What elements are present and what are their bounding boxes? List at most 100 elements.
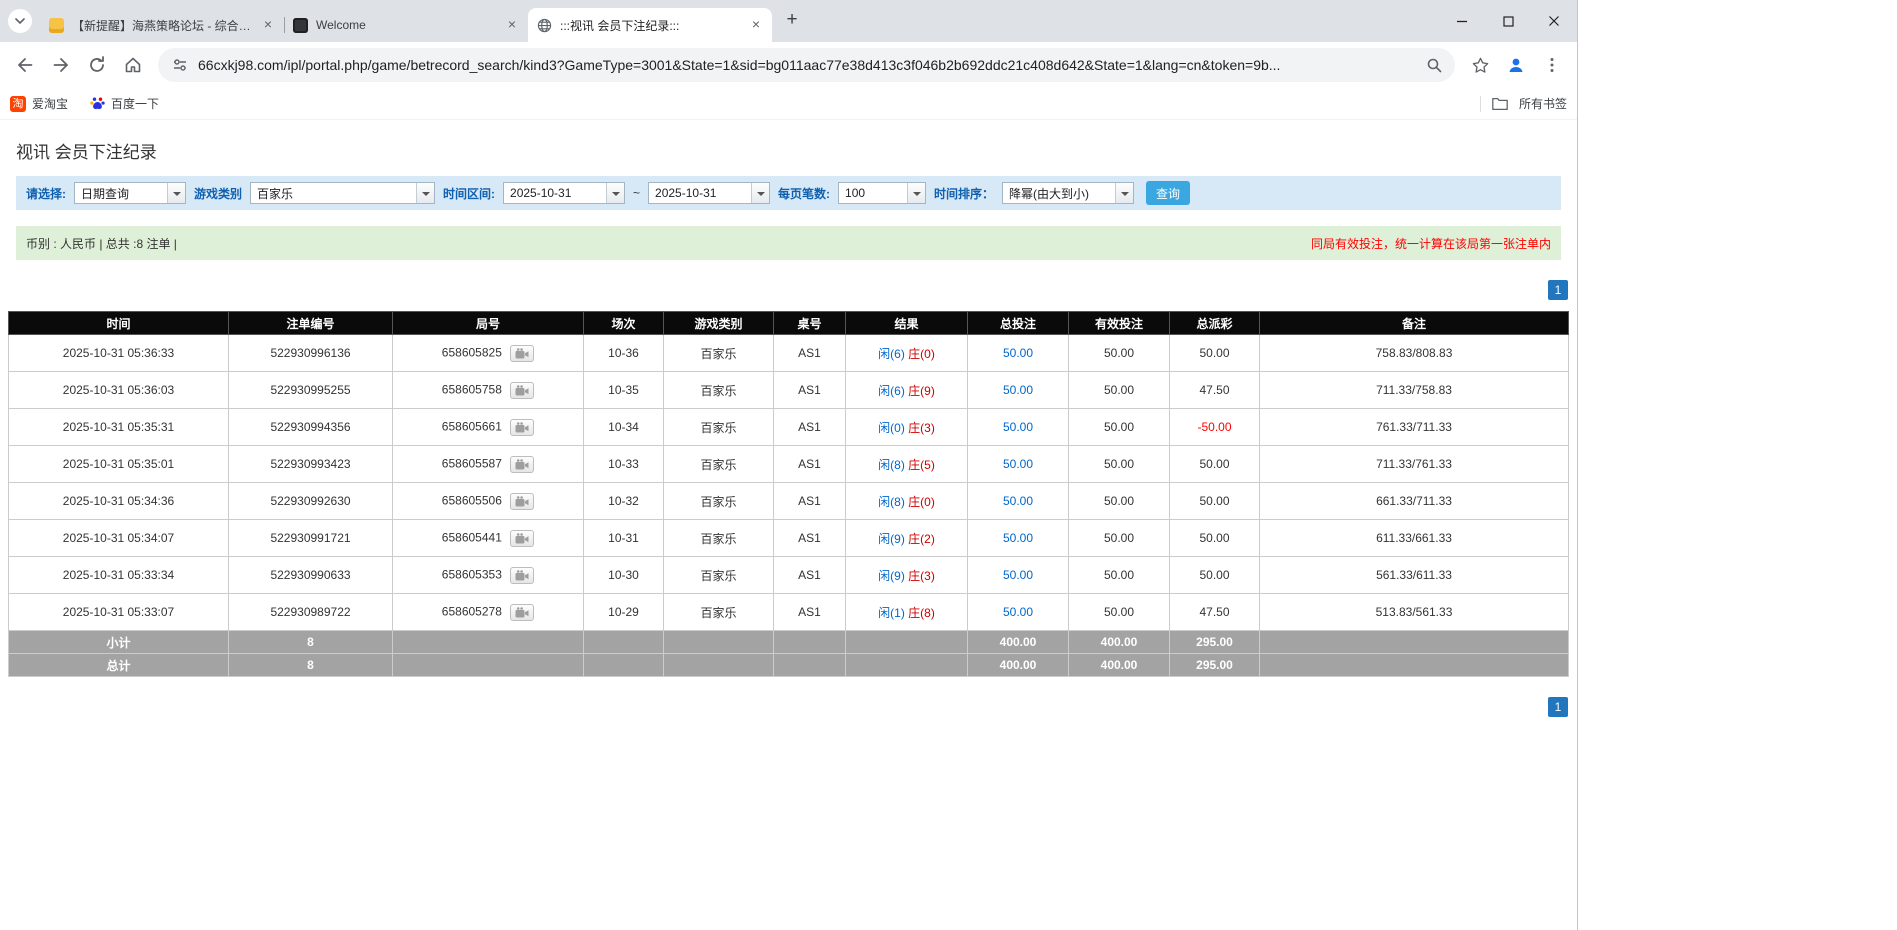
cell-table-number: AS1 (773, 482, 846, 520)
video-replay-icon[interactable] (510, 566, 535, 584)
cell-total-bet: 50.00 (967, 482, 1069, 520)
taobao-icon: 淘 (10, 95, 26, 112)
forward-button[interactable] (44, 48, 78, 82)
date-from-value: 2025-10-31 (510, 186, 572, 200)
video-replay-icon[interactable] (510, 455, 535, 473)
browser-tab-active[interactable]: :::视讯 会员下注纪录::: × (528, 8, 772, 42)
total-bet-link[interactable]: 50.00 (1003, 494, 1033, 508)
tab-search-button[interactable] (8, 9, 32, 33)
footer-cell (1259, 630, 1569, 654)
all-bookmarks-label: 所有书签 (1518, 97, 1567, 111)
tab-close-icon[interactable]: × (504, 17, 520, 33)
footer-cell (392, 630, 584, 654)
date-to-combobox[interactable]: 2025-10-31 (648, 182, 771, 204)
site-info-icon[interactable] (172, 57, 188, 73)
close-window-button[interactable] (1531, 0, 1577, 42)
cell-note: 561.33/611.33 (1259, 556, 1569, 594)
bookmarks-bar: 淘爱淘宝 百度一下 所有书签 (0, 88, 1577, 120)
menu-button[interactable] (1535, 48, 1569, 82)
tab-strip: 【新提醒】海燕策略论坛 - 综合… × Welcome ×:::视讯 会员下注纪录::… (0, 0, 1577, 42)
result-banker: 庄(3) (908, 420, 935, 435)
date-from-combobox[interactable]: 2025-10-31 (503, 182, 626, 204)
cell-total-bet: 50.00 (967, 445, 1069, 483)
minimize-button[interactable] (1439, 0, 1485, 42)
video-replay-icon[interactable] (510, 603, 535, 621)
maximize-button[interactable] (1485, 0, 1531, 42)
profile-icon (1509, 58, 1523, 72)
sort-order-label: 时间排序： (934, 186, 995, 201)
chevron-down-icon[interactable] (606, 183, 625, 203)
video-replay-icon[interactable] (510, 381, 535, 399)
page-content: 视讯 会员下注纪录 请选择: 日期查询 游戏类别 百家乐 时间区间: 2025-… (0, 138, 1577, 717)
all-bookmarks[interactable]: 所有书签 (1479, 95, 1567, 112)
page-size-combobox[interactable]: 100 (838, 182, 927, 204)
total-bet-link[interactable]: 50.00 (1003, 568, 1033, 582)
back-arrow-icon (18, 58, 33, 72)
tab-close-icon[interactable]: × (260, 17, 276, 33)
pagination-page-button[interactable]: 1 (1548, 280, 1568, 300)
profile-button[interactable] (1499, 48, 1533, 82)
cell-result: 闲(6) 庄(9) (845, 371, 968, 409)
chevron-down-icon[interactable] (167, 183, 185, 203)
total-bet-link[interactable]: 50.00 (1003, 605, 1033, 619)
pagination-page-button[interactable]: 1 (1548, 697, 1568, 717)
cell-result: 闲(8) 庄(5) (845, 445, 968, 483)
video-replay-icon[interactable] (510, 492, 535, 510)
back-button[interactable] (8, 48, 42, 82)
window-controls (1439, 0, 1577, 42)
column-header: 备注 (1259, 311, 1569, 335)
browser-toolbar: 66cxkj98.com/ipl/portal.php/game/betreco… (0, 42, 1577, 88)
chevron-down-icon[interactable] (751, 183, 770, 203)
sort-order-combobox[interactable]: 降幂(由大到小) (1002, 182, 1135, 204)
maximize-icon (1502, 15, 1514, 27)
url-text[interactable]: 66cxkj98.com/ipl/portal.php/game/betreco… (198, 57, 1416, 73)
chevron-down-icon[interactable] (907, 183, 926, 203)
address-bar[interactable]: 66cxkj98.com/ipl/portal.php/game/betreco… (158, 48, 1455, 82)
video-replay-icon[interactable] (510, 418, 535, 436)
baidu-paw-icon (90, 97, 105, 110)
result-banker: 庄(0) (908, 494, 935, 509)
total-bet-link[interactable]: 50.00 (1003, 420, 1033, 434)
browser-tab[interactable]: 【新提醒】海燕策略论坛 - 综合… × (40, 8, 284, 42)
chevron-down-icon[interactable] (416, 183, 435, 203)
cell-session: 10-34 (583, 408, 664, 446)
total-bet-link[interactable]: 50.00 (1003, 383, 1033, 397)
cell-session: 10-35 (583, 371, 664, 409)
cell-session: 10-33 (583, 445, 664, 483)
cell-note: 761.33/711.33 (1259, 408, 1569, 446)
cell-table-number: AS1 (773, 445, 846, 483)
video-replay-icon[interactable] (510, 529, 535, 547)
zoom-indicator-icon[interactable] (1426, 57, 1443, 74)
home-button[interactable] (116, 48, 150, 82)
total-bet-link[interactable]: 50.00 (1003, 346, 1033, 360)
date-to-value: 2025-10-31 (655, 186, 717, 200)
video-replay-icon[interactable] (510, 344, 535, 362)
bookmark-item[interactable]: 淘爱淘宝 (10, 95, 68, 112)
total-bet-link[interactable]: 50.00 (1003, 531, 1033, 545)
tab-close-icon[interactable]: × (748, 17, 764, 33)
cell-bet-number: 522930989722 (228, 593, 393, 631)
cell-table-number: AS1 (773, 408, 846, 446)
column-header: 注单编号 (228, 311, 393, 335)
new-tab-button[interactable]: + (778, 6, 806, 34)
footer-cell: 8 (228, 653, 393, 677)
result-banker: 庄(5) (908, 457, 935, 472)
result-player: 闲(6) (878, 383, 905, 398)
game-type-combobox[interactable]: 百家乐 (250, 182, 436, 204)
cell-time: 2025-10-31 05:36:33 (8, 334, 229, 372)
footer-cell: 400.00 (967, 653, 1069, 677)
cell-bet-number: 522930996136 (228, 334, 393, 372)
select-mode-combobox[interactable]: 日期查询 (74, 182, 186, 204)
chevron-down-icon[interactable] (1115, 183, 1134, 203)
footer-cell (1259, 653, 1569, 677)
result-banker: 庄(9) (908, 383, 935, 398)
bookmark-star-button[interactable] (1463, 48, 1497, 82)
browser-tab[interactable]: Welcome × (284, 8, 528, 42)
bookmark-item[interactable]: 百度一下 (90, 95, 159, 112)
reload-button[interactable] (80, 48, 114, 82)
total-bet-link[interactable]: 50.00 (1003, 457, 1033, 471)
cell-game-type: 百家乐 (663, 556, 774, 594)
search-button[interactable]: 查询 (1146, 181, 1191, 205)
cell-valid-bet: 50.00 (1068, 593, 1170, 631)
summary-bar: 币别 : 人民币 | 总共 :8 注单 | 同局有效投注，统一计算在该局第一张注… (16, 226, 1561, 260)
